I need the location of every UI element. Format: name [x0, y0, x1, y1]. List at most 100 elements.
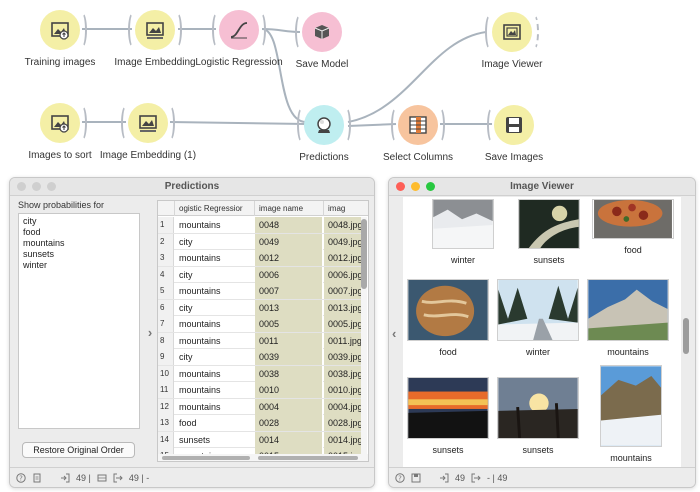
row-index[interactable]: 9	[158, 349, 174, 365]
row-index[interactable]: 1	[158, 217, 174, 233]
image-name-cell[interactable]: 0004	[255, 398, 323, 415]
predictions-titlebar[interactable]: Predictions	[10, 178, 374, 196]
table-row[interactable]: 8 mountains 0011 0011.jpg	[158, 332, 364, 349]
predicted-class-cell[interactable]: mountains	[175, 217, 255, 233]
image-name-cell[interactable]: 0038	[255, 365, 323, 382]
predicted-class-cell[interactable]: mountains	[175, 250, 255, 266]
image-cell[interactable]: 0007.jpg	[324, 283, 364, 299]
row-index[interactable]: 12	[158, 398, 174, 415]
scrollbar-thumb[interactable]	[258, 456, 358, 460]
row-index[interactable]: 2	[158, 233, 174, 250]
predicted-class-cell[interactable]: city	[175, 234, 255, 250]
image-thumbnail[interactable]	[587, 279, 669, 341]
column-header[interactable]: ogistic Regressior	[175, 201, 255, 216]
predicted-class-cell[interactable]: mountains	[175, 333, 255, 349]
image-name-cell[interactable]: 0006	[255, 266, 323, 283]
row-index[interactable]: 8	[158, 332, 174, 349]
image-item[interactable]: sunsets	[405, 377, 491, 455]
image-thumbnail[interactable]	[592, 199, 674, 239]
image-cell[interactable]: 0039.jpg	[324, 349, 364, 365]
image-cell[interactable]: 0028.jpg	[324, 415, 364, 431]
image-name-cell[interactable]: 0028	[255, 415, 323, 431]
image-viewer-titlebar[interactable]: Image Viewer	[389, 178, 695, 196]
table-row[interactable]: 12 mountains 0004 0004.jpg	[158, 398, 364, 415]
predicted-class-cell[interactable]: mountains	[175, 316, 255, 332]
scrollbar-thumb[interactable]	[361, 219, 367, 289]
image-name-cell[interactable]: 0014	[255, 431, 323, 448]
image-name-cell[interactable]: 0012	[255, 250, 323, 266]
table-row[interactable]: 5 mountains 0007 0007.jpg	[158, 283, 364, 300]
save-icon[interactable]	[411, 473, 421, 483]
horizontal-scrollbar[interactable]	[158, 454, 368, 461]
image-grid[interactable]: winter sunsets food food winter mountain…	[403, 197, 681, 469]
image-cell[interactable]: 0005.jpg	[324, 316, 364, 332]
row-index[interactable]: 14	[158, 431, 174, 448]
image-thumbnail[interactable]	[518, 199, 580, 249]
image-cell[interactable]: 0013.jpg	[324, 299, 364, 316]
vertical-scrollbar[interactable]	[683, 318, 689, 354]
table-row[interactable]: 10 mountains 0038 0038.jpg	[158, 365, 364, 382]
zoom-button[interactable]	[426, 182, 435, 191]
table-row[interactable]: 14 sunsets 0014 0014.jpg	[158, 431, 364, 448]
row-index[interactable]: 7	[158, 316, 174, 332]
row-index[interactable]: 13	[158, 415, 174, 431]
table-row[interactable]: 2 city 0049 0049.jpg	[158, 233, 364, 250]
help-icon[interactable]: ?	[395, 472, 405, 483]
minimize-button[interactable]	[411, 182, 420, 191]
predicted-class-cell[interactable]: mountains	[175, 382, 255, 398]
class-list-item[interactable]: mountains	[23, 238, 135, 249]
row-index[interactable]: 6	[158, 299, 174, 316]
scrollbar-thumb[interactable]	[162, 456, 250, 460]
node-training-images[interactable]: Training images	[5, 10, 115, 68]
predicted-class-cell[interactable]: city	[175, 349, 255, 365]
image-name-cell[interactable]: 0010	[255, 382, 323, 398]
workflow-canvas[interactable]: Training images Image Embedding Logistic…	[0, 0, 700, 176]
row-index[interactable]: 11	[158, 382, 174, 398]
node-save-images[interactable]: Save Images	[459, 105, 569, 163]
image-thumbnail[interactable]	[600, 365, 662, 447]
image-item[interactable]: sunsets	[495, 377, 581, 455]
image-thumbnail[interactable]	[407, 377, 489, 439]
image-cell[interactable]: 0049.jpg	[324, 233, 364, 250]
corner-header[interactable]	[158, 201, 175, 216]
zoom-button[interactable]	[47, 182, 56, 191]
predicted-class-cell[interactable]: mountains	[175, 399, 255, 415]
class-list-item[interactable]: food	[23, 227, 135, 238]
table-row[interactable]: 13 food 0028 0028.jpg	[158, 415, 364, 432]
image-item[interactable]: food	[585, 199, 681, 255]
report-icon[interactable]	[32, 473, 42, 483]
class-list[interactable]: city food mountains sunsets winter	[18, 213, 140, 429]
vertical-scrollbar[interactable]	[361, 217, 367, 455]
image-name-cell[interactable]: 0048	[255, 217, 323, 233]
column-header[interactable]: image name	[255, 201, 324, 216]
class-list-item[interactable]: city	[23, 216, 135, 227]
image-name-cell[interactable]: 0013	[255, 299, 323, 316]
image-item[interactable]: food	[405, 279, 491, 357]
table-row[interactable]: 6 city 0013 0013.jpg	[158, 299, 364, 316]
splitter-handle-icon[interactable]: ›	[145, 326, 155, 340]
predicted-class-cell[interactable]: sunsets	[175, 432, 255, 448]
table-row[interactable]: 4 city 0006 0006.jpg	[158, 266, 364, 283]
image-thumbnail[interactable]	[497, 377, 579, 439]
image-thumbnail[interactable]	[497, 279, 579, 341]
restore-order-button[interactable]: Restore Original Order	[22, 442, 135, 458]
splitter-handle-icon[interactable]: ‹	[392, 326, 396, 341]
table-row[interactable]: 3 mountains 0012 0012.jpg	[158, 250, 364, 267]
table-row[interactable]: 11 mountains 0010 0010.jpg	[158, 382, 364, 399]
predicted-class-cell[interactable]: city	[175, 267, 255, 283]
image-item[interactable]: winter	[495, 279, 581, 357]
image-cell[interactable]: 0014.jpg	[324, 431, 364, 448]
image-thumbnail[interactable]	[407, 279, 489, 341]
row-index[interactable]: 10	[158, 365, 174, 382]
image-cell[interactable]: 0006.jpg	[324, 266, 364, 283]
image-item[interactable]: winter	[419, 199, 507, 265]
predicted-class-cell[interactable]: mountains	[175, 366, 255, 382]
image-cell[interactable]: 0004.jpg	[324, 398, 364, 415]
node-select-columns[interactable]: Select Columns	[363, 105, 473, 163]
close-button[interactable]	[396, 182, 405, 191]
help-icon[interactable]: ?	[16, 472, 26, 483]
image-name-cell[interactable]: 0007	[255, 283, 323, 299]
predictions-table[interactable]: ogistic Regressior image name imag 1 moun…	[157, 200, 369, 462]
image-name-cell[interactable]: 0049	[255, 233, 323, 250]
table-row[interactable]: 9 city 0039 0039.jpg	[158, 349, 364, 366]
